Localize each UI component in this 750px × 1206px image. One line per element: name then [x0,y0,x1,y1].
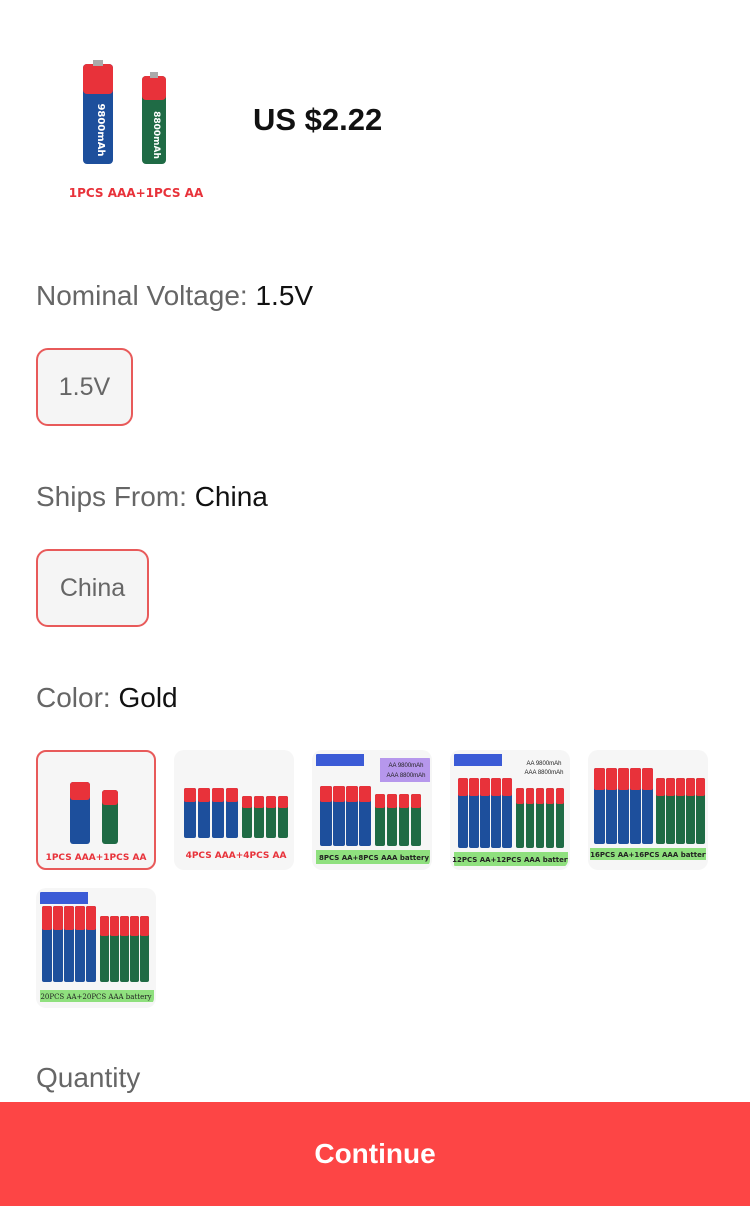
voltage-label: Nominal Voltage: 1.5V [36,280,313,312]
cell-label: 9800mAh [95,103,106,156]
ships-from-option-china[interactable]: China [36,549,149,627]
color-swatch-4[interactable]: AA 9800mAh AAA 8800mAh 12PCS AA+12PCS AA… [450,750,570,870]
image-caption: 1PCS AAA+1PCS AA [69,186,204,200]
ships-from-label: Ships From: China [36,481,268,513]
color-swatch-3[interactable]: AA 9800mAh AAA 8800mAh 8PCS AA+8PCS AAA … [312,750,432,870]
swatch-caption: 8PCS AA+8PCS AAA battery [319,854,430,862]
ships-from-selected-value: China [194,481,268,512]
swatch-image: AA 9800mAh AAA 8800mAh 12PCS AA+12PCS AA… [452,754,570,866]
swatch-caption: 1PCS AAA+1PCS AA [46,853,147,863]
swatch-caption: 16PCS AA+16PCS AAA battery [590,851,708,859]
swatch-note: AAA 8800mAh [524,770,563,776]
ships-from-label-text: Ships From: [36,481,195,512]
quantity-label: Quantity [36,1062,141,1093]
swatch-caption: 20PCS AA+20PCS AAA battery [40,993,151,1001]
color-swatch-5[interactable]: 16PCS AA+16PCS AAA battery [588,750,708,870]
swatch-image: 20PCS AA+20PCS AAA battery [40,892,154,1002]
voltage-label-text: Nominal Voltage: [36,280,256,311]
color-label: Color: Gold [36,682,178,714]
swatch-note: AAA 8800mAh [386,773,425,779]
swatch-image: 4PCS AAA+4PCS AA [184,788,288,861]
color-swatch-1[interactable]: 1PCS AAA+1PCS AA [36,750,156,870]
voltage-option-1-5v[interactable]: 1.5V [36,348,133,426]
cell-label: 8800mAh [151,111,161,159]
color-swatch-6[interactable]: 20PCS AA+20PCS AAA battery [36,888,156,1008]
swatch-caption: 4PCS AAA+4PCS AA [186,851,287,861]
voltage-selected-value: 1.5V [255,280,314,311]
swatch-image: 1PCS AAA+1PCS AA [46,782,147,863]
swatch-image: 16PCS AA+16PCS AAA battery [590,768,708,860]
swatch-image: AA 9800mAh AAA 8800mAh 8PCS AA+8PCS AAA … [316,754,430,864]
product-header: 9800mAh 8800mAh 1PCS AAA+1PCS AA US $2.2… [36,40,716,220]
swatch-note: AA 9800mAh [388,763,423,769]
product-image: 9800mAh 8800mAh 1PCS AAA+1PCS AA [56,60,216,210]
swatch-note: AA 9800mAh [526,761,561,767]
product-price: US $2.22 [253,102,383,137]
continue-button[interactable]: Continue [0,1102,750,1206]
color-selected-value: Gold [118,682,178,713]
color-label-text: Color: [36,682,119,713]
swatch-caption: 12PCS AA+12PCS AAA battery [452,856,570,864]
color-swatch-2[interactable]: 4PCS AAA+4PCS AA [174,750,294,870]
